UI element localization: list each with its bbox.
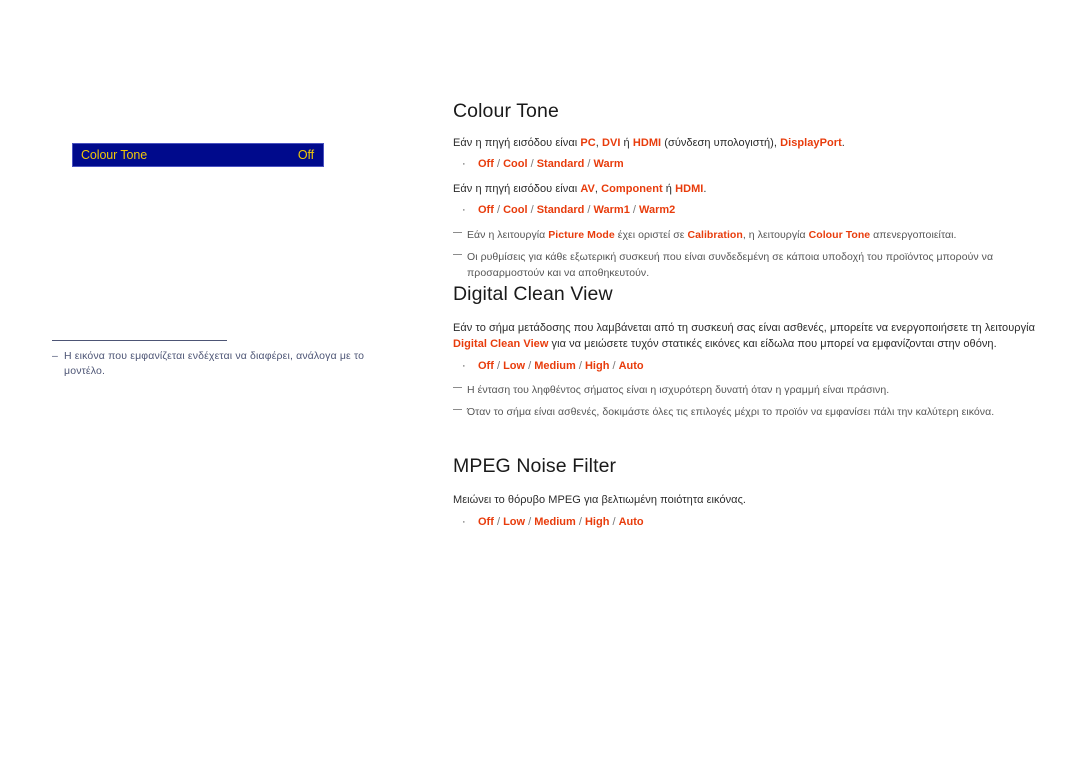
- note-text: Η εικόνα που εμφανίζεται ενδέχεται να δι…: [64, 350, 365, 377]
- section-heading-digital-clean-view: Digital Clean View: [453, 283, 613, 305]
- keyword-calibration: Calibration: [687, 229, 743, 242]
- option-off[interactable]: Off: [478, 204, 494, 216]
- digital-clean-view-note-signal-strength: Η ένταση του ληφθέντος σήματος είναι η ι…: [453, 383, 1053, 398]
- option-list-pc[interactable]: Off / Cool / Standard / Warm: [478, 157, 624, 173]
- keyword-av: AV: [580, 183, 595, 196]
- colour-tone-intro-pc: Εάν η πηγή εισόδου είναι PC, DVI ή HDMI …: [453, 136, 1053, 152]
- option-list-digital-clean-view[interactable]: Off / Low / Medium / High / Auto: [478, 359, 644, 375]
- intro-prefix: Εάν η πηγή εισόδου είναι: [453, 137, 581, 150]
- option-separator: /: [525, 516, 535, 529]
- option-low[interactable]: Low: [503, 360, 525, 372]
- intro-part-2: για να μειώσετε τυχόν στατικές εικόνες κ…: [548, 338, 997, 351]
- option-separator: /: [584, 204, 594, 217]
- keyword-dvi: DVI: [601, 137, 621, 150]
- osd-menu-label: Colour Tone: [81, 147, 148, 162]
- option-list-av[interactable]: Off / Cool / Standard / Warm1 / Warm2: [478, 203, 675, 219]
- digital-clean-view-intro: Εάν το σήμα μετάδοσης που λαμβάνεται από…: [453, 321, 1053, 353]
- note-dash-icon: [453, 405, 462, 415]
- option-off[interactable]: Off: [478, 516, 494, 528]
- keyword-hdmi: HDMI: [675, 183, 704, 196]
- option-warm2[interactable]: Warm2: [639, 204, 675, 216]
- option-separator: /: [493, 158, 504, 171]
- left-column: Colour Tone Off – Η εικόνα που εμφανίζετ…: [0, 0, 430, 763]
- section-heading-colour-tone: Colour Tone: [453, 100, 559, 122]
- section-colour-tone: Colour Tone Εάν η πηγή εισόδου είναι PC,…: [453, 100, 1053, 281]
- option-separator: /: [609, 516, 619, 529]
- mpeg-noise-filter-options: · Off / Low / Medium / High / Auto: [453, 515, 1053, 531]
- intro-prefix: Εάν η πηγή εισόδου είναι: [453, 183, 581, 196]
- option-standard[interactable]: Standard: [537, 158, 585, 170]
- option-separator: /: [609, 360, 619, 373]
- bullet-icon: ·: [462, 360, 466, 373]
- option-standard[interactable]: Standard: [537, 204, 585, 216]
- colour-tone-intro-av: Εάν η πηγή εισόδου είναι AV, Component ή…: [453, 182, 1053, 198]
- option-list-mpeg-noise-filter[interactable]: Off / Low / Medium / High / Auto: [478, 515, 644, 531]
- note-dash-icon: [453, 228, 462, 238]
- option-low[interactable]: Low: [503, 516, 525, 528]
- option-auto[interactable]: Auto: [619, 360, 644, 372]
- keyword-component: Component: [601, 183, 663, 196]
- note-dash-marker: –: [52, 350, 58, 362]
- note-text: Η ένταση του ληφθέντος σήματος είναι η ι…: [467, 384, 890, 397]
- option-off[interactable]: Off: [478, 360, 494, 372]
- note-dash-icon: [453, 250, 462, 260]
- option-warm1[interactable]: Warm1: [594, 204, 630, 216]
- digital-clean-view-options: · Off / Low / Medium / High / Auto: [453, 359, 1053, 375]
- digital-clean-view-note-weak-signal: Όταν το σήμα είναι ασθενές, δοκιμάστε όλ…: [453, 405, 1053, 420]
- osd-menu-value: Off: [297, 147, 314, 162]
- intro-part-1: Εάν το σήμα μετάδοσης που λαμβάνεται από…: [453, 322, 1036, 335]
- intro-mid-2: ή: [662, 183, 676, 196]
- note-text: Όταν το σήμα είναι ασθενές, δοκιμάστε όλ…: [467, 406, 995, 419]
- bullet-icon: ·: [462, 516, 466, 529]
- option-separator: /: [575, 360, 585, 373]
- colour-tone-note-external-device: Οι ρυθμίσεις για κάθε εξωτερική συσκευή …: [453, 250, 1053, 280]
- option-separator: /: [584, 158, 594, 171]
- option-separator: /: [527, 158, 537, 171]
- keyword-pc: PC: [580, 137, 596, 150]
- option-separator: /: [525, 360, 535, 373]
- option-separator: /: [493, 360, 504, 373]
- option-separator: /: [493, 516, 504, 529]
- option-warm[interactable]: Warm: [594, 158, 624, 170]
- option-cool[interactable]: Cool: [503, 204, 527, 216]
- option-separator: /: [527, 204, 537, 217]
- option-auto[interactable]: Auto: [619, 516, 644, 528]
- intro-suffix: .: [703, 183, 707, 196]
- option-off[interactable]: Off: [478, 158, 494, 170]
- note-text: Εάν η λειτουργία Picture Mode έχει οριστ…: [467, 229, 957, 242]
- option-cool[interactable]: Cool: [503, 158, 527, 170]
- intro-mid-2: ή: [620, 137, 633, 150]
- keyword-picture-mode: Picture Mode: [548, 229, 615, 242]
- note-text: Οι ρυθμίσεις για κάθε εξωτερική συσκευή …: [467, 251, 994, 279]
- option-medium[interactable]: Medium: [534, 516, 576, 528]
- keyword-hdmi: HDMI: [632, 137, 662, 150]
- note-dash-icon: [453, 383, 462, 393]
- note-separator-rule: [52, 340, 227, 341]
- option-separator: /: [629, 204, 639, 217]
- section-heading-mpeg-noise-filter: MPEG Noise Filter: [453, 455, 617, 477]
- option-high[interactable]: High: [585, 360, 609, 372]
- intro-suffix: .: [841, 137, 845, 150]
- keyword-colour-tone: Colour Tone: [808, 229, 871, 242]
- option-separator: /: [493, 204, 504, 217]
- osd-menu-row-colour-tone[interactable]: Colour Tone Off: [72, 143, 324, 167]
- keyword-displayport: DisplayPort: [780, 137, 842, 150]
- colour-tone-options-av: · Off / Cool / Standard / Warm1 / Warm2: [453, 203, 1053, 219]
- option-separator: /: [575, 516, 585, 529]
- bullet-icon: ·: [462, 204, 466, 217]
- colour-tone-note-calibration: Εάν η λειτουργία Picture Mode έχει οριστ…: [453, 228, 1053, 243]
- colour-tone-options-pc: · Off / Cool / Standard / Warm: [453, 157, 1053, 173]
- option-medium[interactable]: Medium: [534, 360, 576, 372]
- mpeg-noise-filter-intro: Μειώνει το θόρυβο MPEG για βελτιωμένη πο…: [453, 494, 747, 507]
- model-variation-note: – Η εικόνα που εμφανίζεται ενδέχεται να …: [52, 349, 402, 378]
- intro-mid-3: (σύνδεση υπολογιστή),: [661, 137, 781, 150]
- keyword-digital-clean-view: Digital Clean View: [453, 338, 549, 351]
- option-high[interactable]: High: [585, 516, 609, 528]
- section-mpeg-noise-filter: MPEG Noise Filter Μειώνει το θόρυβο MPEG…: [453, 455, 1053, 531]
- left-column-note-block: – Η εικόνα που εμφανίζεται ενδέχεται να …: [52, 340, 402, 378]
- section-digital-clean-view: Digital Clean View Εάν το σήμα μετάδοσης…: [453, 283, 1053, 421]
- bullet-icon: ·: [462, 158, 466, 171]
